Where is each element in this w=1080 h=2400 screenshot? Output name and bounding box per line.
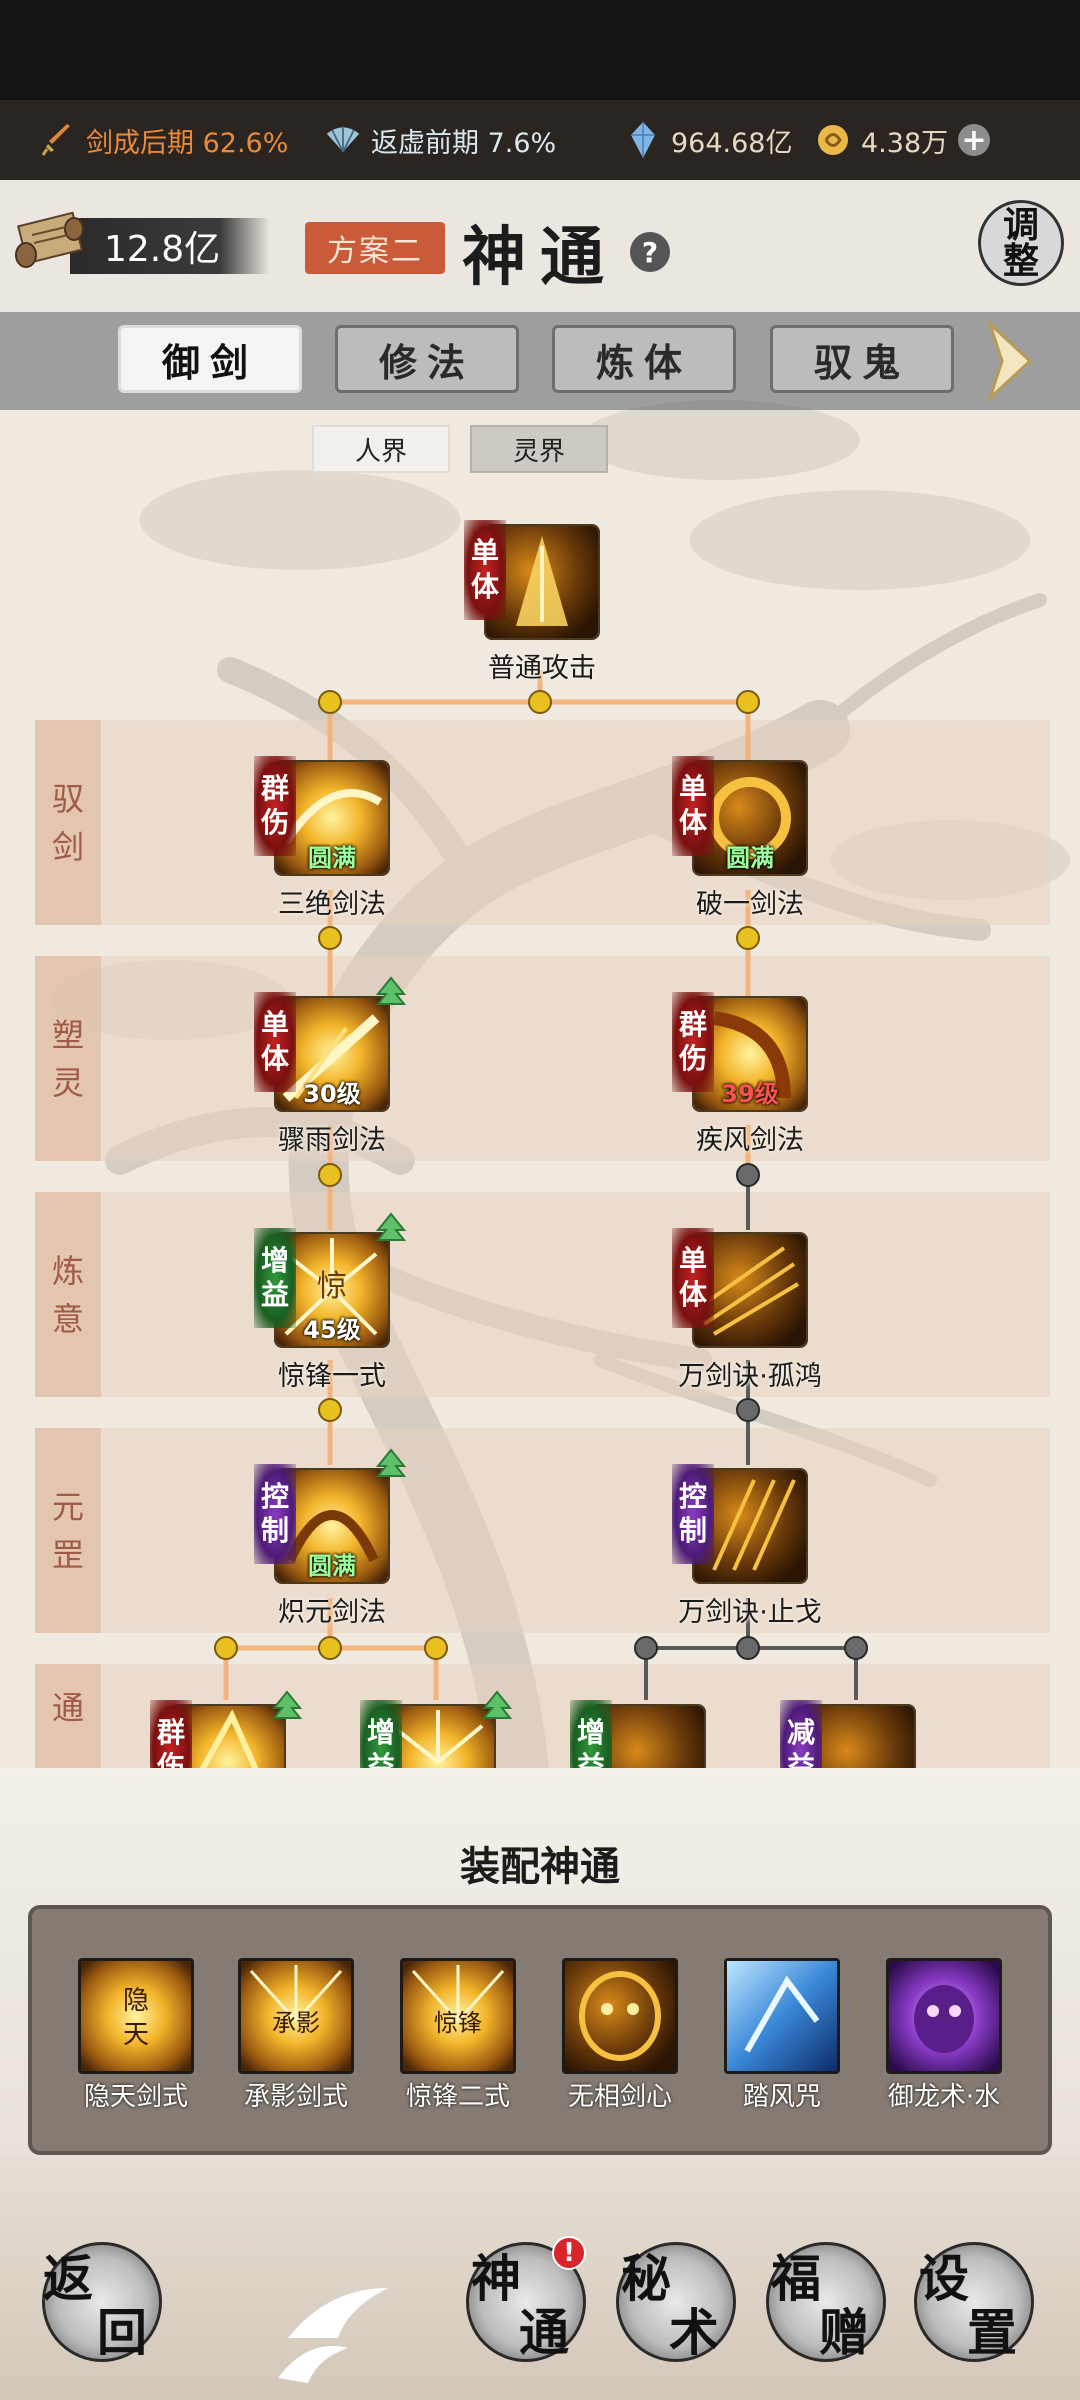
nav-shezhi-button[interactable]: 设 置: [914, 2242, 1034, 2362]
type-badge: 单体: [672, 1228, 714, 1328]
skill-tree-connections: [214, 670, 868, 1700]
dolphin-emblem-icon: [278, 2288, 388, 2383]
upgrade-tree-icon: [375, 1212, 407, 1241]
nav-label: 秘: [621, 2249, 671, 2308]
nav-label: 神: [471, 2249, 521, 2308]
nav-label: 术: [669, 2303, 719, 2362]
type-badge: 单体: [254, 992, 296, 1092]
upgrade-tree-icon: [375, 976, 407, 1005]
back-button[interactable]: 返 回: [42, 2242, 162, 2362]
equip-slot-3-name: 惊锋二式: [405, 2082, 510, 2112]
skill-name-chiyuan: 炽元剑法: [278, 1597, 386, 1628]
upgrade-tree-icon: [481, 1690, 513, 1719]
nav-label: 赠: [819, 2303, 869, 2362]
skill-name-zhouyu: 骤雨剑法: [278, 1125, 386, 1156]
skill-name-normal-attack: 普通攻击: [488, 653, 596, 684]
nav-fuzeng-button[interactable]: 福 赠: [766, 2242, 886, 2362]
notification-badge: !: [552, 2236, 586, 2270]
skill-name-wanjian-guhong: 万剑诀·孤鸿: [678, 1361, 822, 1392]
svg-text:承影: 承影: [272, 2009, 320, 2037]
skill-level: 圆满: [308, 844, 356, 872]
svg-text:隐: 隐: [123, 1986, 149, 2016]
type-badge: 控制: [672, 1464, 714, 1564]
nav-label: 设: [919, 2249, 969, 2308]
nav-label: 回: [97, 2303, 147, 2362]
type-badge: 单体: [464, 520, 506, 620]
bottom-skill-row: 群伤 增益 增益 减益: [0, 1690, 1080, 1768]
equip-slot-5-name: 踏风咒: [742, 2082, 821, 2112]
nav-label: 通: [519, 2303, 569, 2362]
equip-slot-3-icon[interactable]: 惊锋: [400, 1958, 516, 2074]
svg-text:天: 天: [123, 2020, 149, 2050]
skill-level: 39级: [721, 1080, 779, 1108]
nav-label: 福: [771, 2249, 821, 2308]
upgrade-tree-icon: [271, 1690, 303, 1719]
svg-text:惊: 惊: [317, 1269, 347, 1304]
type-badge: 单体: [672, 756, 714, 856]
skill-level: 圆满: [308, 1552, 356, 1580]
equip-slot-6-icon[interactable]: [886, 1958, 1002, 2074]
type-badge: 控制: [254, 1464, 296, 1564]
type-badge: 群伤: [150, 1700, 192, 1768]
skill-name-sanjue: 三绝剑法: [278, 889, 386, 920]
type-badge: 增益: [360, 1700, 402, 1768]
equip-slot-1-name: 隐天剑式: [83, 2082, 188, 2112]
skill-level: 45级: [303, 1316, 361, 1344]
nav-label: 返: [43, 2249, 93, 2308]
upgrade-tree-icon: [375, 1448, 407, 1477]
skill-name-poyi: 破一剑法: [696, 889, 804, 920]
type-badge: 群伤: [254, 756, 296, 856]
equip-slot-2-name: 承影剑式: [243, 2082, 348, 2112]
skill-name-jingfeng: 惊锋一式: [278, 1361, 386, 1392]
type-badge: 增益: [570, 1700, 612, 1768]
equip-slot-4-icon[interactable]: [562, 1958, 678, 2074]
nav-label: 置: [967, 2303, 1017, 2362]
equip-slot-5-icon[interactable]: [724, 1958, 840, 2074]
equip-slot-6-name: 御龙术·水: [887, 2082, 1001, 2112]
equip-slot-2-icon[interactable]: 承影: [238, 1958, 354, 2074]
skill-level: 30级: [303, 1080, 361, 1108]
equip-slot-4-name: 无相剑心: [567, 2082, 672, 2112]
equip-title: 装配神通: [460, 1843, 620, 1890]
skill-level: 圆满: [726, 844, 774, 872]
nav-mishu-button[interactable]: 秘 术: [616, 2242, 736, 2362]
skill-name-jifeng: 疾风剑法: [696, 1125, 804, 1156]
type-badge: 减益: [780, 1700, 822, 1768]
equip-slot-1-icon[interactable]: 隐天: [78, 1958, 194, 2074]
skill-name-wanjian-zhige: 万剑诀·止戈: [678, 1597, 822, 1628]
type-badge: 群伤: [672, 992, 714, 1092]
svg-text:惊锋: 惊锋: [434, 2009, 482, 2037]
type-badge: 增益: [254, 1228, 296, 1328]
